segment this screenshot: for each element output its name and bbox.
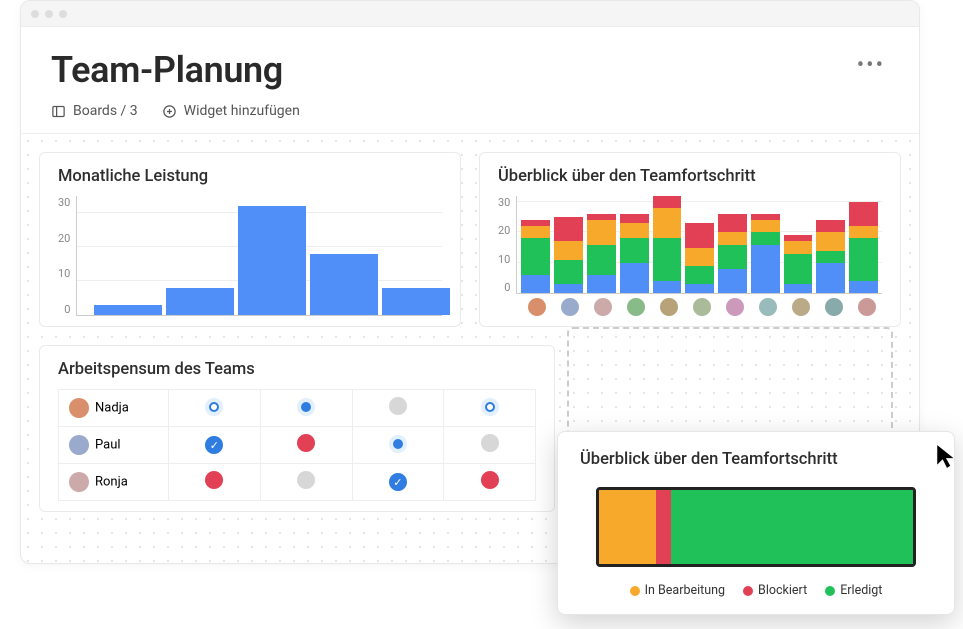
battery-segment [656,490,672,564]
table-row: Paul ✓ [59,427,536,464]
stacked-bar [521,196,550,293]
bar [81,196,149,315]
member-name-cell: Nadja [59,390,169,427]
stacked-bar [653,196,682,293]
avatar [69,398,89,418]
table-row: Ronja ✓ [59,464,536,501]
avatar [858,298,876,316]
status-cell[interactable] [352,427,444,464]
team-progress-card[interactable]: Überblick über den Teamfortschritt 30201… [479,152,901,327]
status-cell[interactable] [169,390,261,427]
battery-segment [671,490,913,564]
card-title: Überblick über den Teamfortschritt [580,450,932,469]
avatar [660,298,678,316]
stacked-bar [816,196,845,293]
more-menu-button[interactable]: ••• [853,49,889,82]
stacked-bar [751,196,780,293]
card-title: Überblick über den Teamfortschritt [498,167,882,186]
legend-dot-icon [630,586,640,596]
add-widget-label: Widget hinzufügen [184,103,300,119]
table-row: Nadja [59,390,536,427]
monthly-performance-card[interactable]: Monatliche Leistung 3020100 [39,152,461,327]
avatar [693,298,711,316]
boards-breadcrumb[interactable]: Boards / 3 [51,103,138,119]
workload-card[interactable]: Arbeitspensum des Teams Nadja Paul ✓ Ronja ✓ [39,345,555,512]
avatar [528,298,546,316]
member-name: Ronja [95,474,128,489]
avatar [561,298,579,316]
card-title: Monatliche Leistung [58,167,442,186]
status-cell[interactable] [169,464,261,501]
status-cell[interactable] [260,427,352,464]
avatar [726,298,744,316]
status-cell[interactable]: ✓ [352,464,444,501]
stacked-bar [587,196,616,293]
status-cell[interactable] [444,427,536,464]
traffic-light-dot [31,10,39,18]
traffic-light-dot [59,10,67,18]
traffic-light-dot [45,10,53,18]
bar [226,196,294,315]
status-cell[interactable] [444,390,536,427]
legend-item-in-progress: In Bearbeitung [630,583,725,598]
window-titlebar [21,1,919,27]
stacked-bar [620,196,649,293]
stacked-bar [784,196,813,293]
avatar [69,435,89,455]
board-icon [51,104,66,119]
add-widget-button[interactable]: Widget hinzufügen [162,103,300,119]
team-progress-overlay-card[interactable]: Überblick über den Teamfortschritt In Be… [557,431,955,615]
stacked-bar [685,196,714,293]
avatar [792,298,810,316]
bar [154,196,222,315]
avatar [759,298,777,316]
status-cell[interactable] [444,464,536,501]
bar [298,196,366,315]
status-cell[interactable] [352,390,444,427]
member-name-cell: Paul [59,427,169,464]
bar [370,196,438,315]
battery-segment [599,490,656,564]
stacked-bar [849,196,878,293]
boards-label: Boards / 3 [73,103,138,119]
progress-battery-chart [596,487,916,567]
status-cell[interactable] [260,390,352,427]
plus-circle-icon [162,104,177,119]
member-name: Nadja [95,400,129,415]
legend-dot-icon [825,586,835,596]
avatar [825,298,843,316]
status-cell[interactable] [260,464,352,501]
page-title: Team-Planung [51,49,283,91]
monthly-performance-chart: 3020100 [58,196,442,316]
legend-item-blocked: Blockiert [743,583,807,598]
stacked-bar [554,196,583,293]
cursor-icon [934,442,960,470]
member-name-cell: Ronja [59,464,169,501]
status-cell[interactable]: ✓ [169,427,261,464]
stacked-bar [718,196,747,293]
card-title: Arbeitspensum des Teams [58,360,536,379]
progress-legend: In Bearbeitung Blockiert Erledigt [580,583,932,598]
avatar [594,298,612,316]
legend-dot-icon [743,586,753,596]
member-name: Paul [95,437,121,452]
team-progress-chart: 3020100 [498,196,882,294]
avatar [627,298,645,316]
avatar [69,472,89,492]
legend-item-done: Erledigt [825,583,882,598]
team-progress-avatars [498,298,882,316]
workload-table: Nadja Paul ✓ Ronja ✓ [58,389,536,501]
